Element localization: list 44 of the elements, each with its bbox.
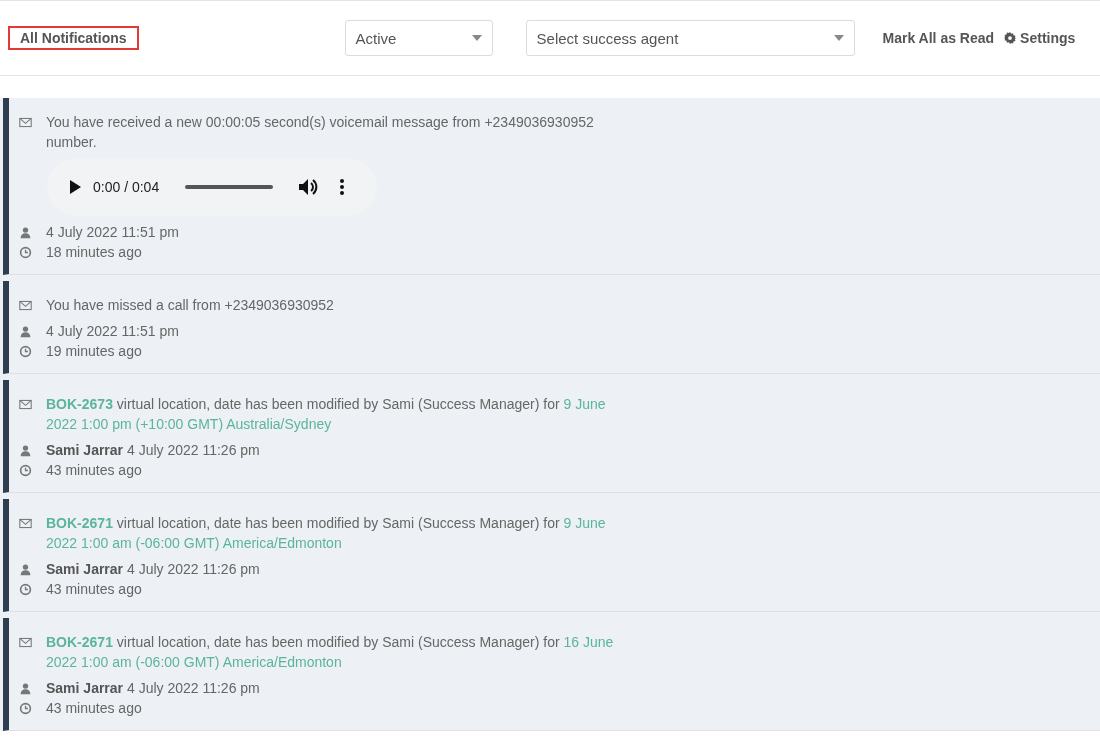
relative-time: 43 minutes ago: [46, 699, 142, 718]
notification-date: 4 July 2022 11:51 pm: [46, 223, 179, 242]
clock-icon: [19, 464, 32, 477]
more-options-button[interactable]: [340, 179, 344, 195]
notification-date: Sami Jarrar 4 July 2022 11:26 pm: [46, 441, 260, 460]
notification-message: BOK-2671 virtual location, date has been modified by Sami (Success Manager) for 9 June 2022 1:00 am (-06:00 GMT) America/Edmonton: [46, 514, 607, 553]
user-icon: [19, 563, 32, 576]
agent-select[interactable]: Select success agent: [525, 20, 855, 56]
notification-date: Sami Jarrar 4 July 2022 11:26 pm: [46, 560, 260, 579]
volume-button[interactable]: [299, 178, 318, 196]
caret-icon: [471, 35, 482, 41]
user-icon: [19, 682, 32, 695]
relative-time: 19 minutes ago: [46, 342, 142, 361]
notification-date: Sami Jarrar 4 July 2022 11:26 pm: [46, 679, 260, 698]
user-icon: [19, 226, 32, 239]
clock-icon: [19, 345, 32, 358]
settings-icon: [1004, 32, 1017, 44]
envelope-icon: [19, 517, 32, 530]
notification-message: BOK-2671 virtual location, date has been modified by Sami (Success Manager) for 16 June 2022 1:00 am (-06:00 GMT) America/Edmonton: [46, 633, 615, 672]
envelope-icon: [19, 636, 32, 649]
status-select[interactable]: Active: [344, 20, 493, 56]
notification-message: You have missed a call from +2349036930952: [46, 296, 334, 315]
notification-date: 4 July 2022 11:51 pm: [46, 322, 179, 341]
audio-progress-track[interactable]: [185, 185, 273, 189]
relative-time: 43 minutes ago: [46, 580, 142, 599]
clock-icon: [19, 583, 32, 596]
settings-button[interactable]: Settings: [1004, 30, 1076, 46]
user-icon: [19, 444, 32, 457]
audio-player[interactable]: 0:00 / 0:04: [47, 158, 377, 216]
user-icon: [19, 325, 32, 338]
notification-message: You have received a new 00:00:05 second(s) voicemail message from +2349036930952 number.: [46, 113, 595, 152]
relative-time: 18 minutes ago: [46, 243, 142, 262]
envelope-icon: [19, 398, 32, 411]
clock-icon: [19, 246, 32, 259]
page-title: All Notifications: [8, 26, 139, 50]
relative-time: 43 minutes ago: [46, 461, 142, 480]
envelope-icon: [19, 116, 32, 129]
mark-all-read-button[interactable]: Mark All as Read: [882, 30, 995, 46]
caret-icon: [833, 35, 844, 41]
audio-time: 0:00 / 0:04: [93, 179, 161, 195]
notification-message: BOK-2673 virtual location, date has been modified by Sami (Success Manager) for 9 June 2022 1:00 pm (+10:00 GMT) Australia/Sydney: [46, 395, 607, 434]
envelope-icon: [19, 299, 32, 312]
play-button[interactable]: [69, 180, 81, 194]
clock-icon: [19, 702, 32, 715]
